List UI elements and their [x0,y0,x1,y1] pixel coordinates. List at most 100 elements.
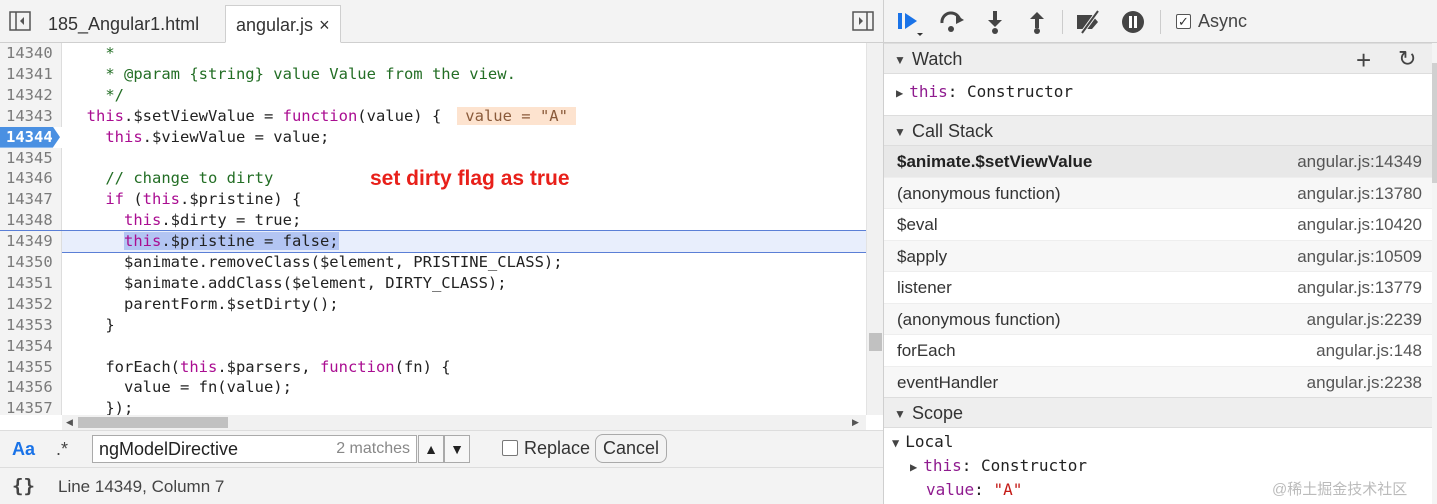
frame-location[interactable]: angular.js:10509 [1297,247,1422,267]
line-number[interactable]: 14349 [0,231,62,253]
code-line[interactable]: 14350 $animate.removeClass($element, PRI… [0,252,866,273]
frame-name: $eval [897,215,938,234]
current-execution-line[interactable]: 14349 this.$pristine = false; [0,230,866,254]
frame-location[interactable]: angular.js:2239 [1307,310,1422,330]
call-stack-frame[interactable]: (anonymous function) angular.js:2239 [884,303,1437,335]
scroll-left-icon[interactable]: ◀ [66,417,73,428]
line-number[interactable]: 14354 [0,335,62,357]
previous-match-button[interactable]: ▲ [418,435,444,463]
call-stack-frame[interactable]: $eval angular.js:10420 [884,209,1437,241]
next-match-button[interactable]: ▼ [444,435,470,463]
frame-name: (anonymous function) [897,309,1061,329]
frame-location[interactable]: angular.js:10420 [1297,215,1422,235]
code-line[interactable]: 14347 if (this.$pristine) { [0,189,866,211]
cancel-button[interactable]: Cancel [595,434,667,463]
match-case-button[interactable]: Aa [12,439,35,460]
code-line[interactable]: 14357 }); [0,398,866,415]
step-out-icon[interactable] [1024,9,1050,35]
scroll-right-icon[interactable]: ▶ [852,417,859,428]
replace-checkbox[interactable] [502,440,518,456]
code-text: }); [68,399,134,415]
frame-location[interactable]: angular.js:13780 [1297,184,1422,204]
tab-angular-js[interactable]: angular.js × [225,5,341,43]
pretty-print-button[interactable]: {} [12,475,35,497]
code-text: parentForm.$setDirty(); [68,294,339,313]
tab-file[interactable]: 185_Angular1.html [38,5,209,43]
sidebar-scroll-thumb[interactable] [1432,63,1437,183]
frame-location[interactable]: angular.js:13779 [1297,278,1422,298]
code-line[interactable]: 14348 this.$dirty = true; [0,210,866,232]
resume-icon[interactable] [896,9,923,36]
watch-item[interactable]: ▶ this: Constructor [896,82,1073,101]
code-line[interactable]: 14340 * [0,43,866,64]
regex-button[interactable]: .* [56,439,68,460]
line-number[interactable]: 14342 [0,84,62,106]
line-number[interactable]: 14348 [0,210,62,232]
async-checkbox[interactable]: ✓ [1176,14,1191,29]
close-tab-icon[interactable]: × [319,15,330,35]
match-count: 2 matches [336,440,410,457]
call-stack-frame[interactable]: listener angular.js:13779 [884,272,1437,304]
line-number[interactable]: 14346 [0,168,62,190]
code-line[interactable]: 14341 * @param {string} value Value from… [0,63,866,85]
deactivate-breakpoints-icon[interactable] [1074,9,1100,35]
code-line[interactable]: 14355 forEach(this.$parsers, function(fn… [0,356,866,378]
sidebar-scrollbar[interactable] [1432,43,1437,504]
horizontal-scroll-thumb[interactable] [78,417,228,428]
code-line[interactable]: 14353 } [0,314,866,336]
collapsed-triangle-icon[interactable]: ▶ [896,86,903,100]
vertical-scrollbar[interactable] [866,43,883,415]
watch-section-header[interactable]: ▼ Watch + ↻ [884,43,1437,76]
scope-this[interactable]: ▶ this: Constructor [910,456,1087,475]
call-stack-frame[interactable]: forEach angular.js:148 [884,335,1437,367]
line-number[interactable]: 14352 [0,293,62,315]
pause-on-exceptions-icon[interactable] [1120,9,1146,35]
line-number[interactable]: 14345 [0,147,62,169]
call-stack-frame[interactable]: $apply angular.js:10509 [884,240,1437,272]
step-into-icon[interactable] [982,9,1008,35]
vertical-scroll-thumb[interactable] [869,333,882,351]
line-number[interactable]: 14343 [0,105,62,127]
search-input[interactable] [99,439,319,459]
code-line[interactable]: 14354 [0,335,866,357]
line-number[interactable]: 14351 [0,272,62,294]
line-number[interactable]: 14341 [0,63,62,85]
scope-local[interactable]: ▼ Local [892,432,953,451]
code-line[interactable]: 14342 */ [0,84,866,106]
horizontal-scrollbar[interactable]: ◀ ▶ [62,415,866,430]
add-watch-icon[interactable]: + [1356,45,1371,76]
expand-triangle-icon[interactable]: ▼ [892,436,899,450]
toggle-navigator-icon[interactable] [9,11,31,31]
scope-section-header[interactable]: ▼ Scope [884,397,1437,428]
code-line[interactable]: 14352 parentForm.$setDirty(); [0,293,866,315]
breakpoint-line-number[interactable]: 14344 [0,126,60,148]
call-stack-frame[interactable]: eventHandler angular.js:2238 [884,366,1437,398]
line-number[interactable]: 14356 [0,377,62,399]
code-line[interactable]: 14344 this.$viewValue = value; [0,126,866,148]
code-line[interactable]: 14351 $animate.addClass($element, DIRTY_… [0,272,866,294]
step-over-icon[interactable] [938,9,964,35]
call-stack-section-header[interactable]: ▼ Call Stack [884,115,1437,146]
code-line[interactable]: 14356 value = fn(value); [0,377,866,399]
frame-location[interactable]: angular.js:148 [1316,341,1422,361]
call-stack-frame[interactable]: (anonymous function) angular.js:13780 [884,177,1437,209]
code-line[interactable]: 14345 [0,147,866,169]
frame-name: $animate.$setViewValue [897,152,1093,171]
line-number[interactable]: 14353 [0,314,62,336]
code-editor[interactable]: 14340 * 14341 * @param {string} value Val… [0,43,866,415]
line-number[interactable]: 14355 [0,356,62,378]
frame-location[interactable]: angular.js:2238 [1307,373,1422,393]
line-number[interactable]: 14340 [0,43,62,64]
frame-name: listener [897,278,952,297]
frame-location[interactable]: angular.js:14349 [1297,152,1422,172]
toggle-debugger-icon[interactable] [852,11,874,31]
code-line[interactable]: 14343 this.$setViewValue = function(valu… [0,105,866,127]
toolbar-separator [1160,10,1161,34]
line-number[interactable]: 14347 [0,189,62,211]
call-stack-frame[interactable]: $animate.$setViewValue angular.js:14349 [884,146,1437,178]
search-field[interactable]: 2 matches [92,435,417,463]
line-number[interactable]: 14357 [0,398,62,415]
collapsed-triangle-icon[interactable]: ▶ [910,460,917,474]
line-number[interactable]: 14350 [0,252,62,273]
refresh-watch-icon[interactable]: ↻ [1398,46,1416,72]
